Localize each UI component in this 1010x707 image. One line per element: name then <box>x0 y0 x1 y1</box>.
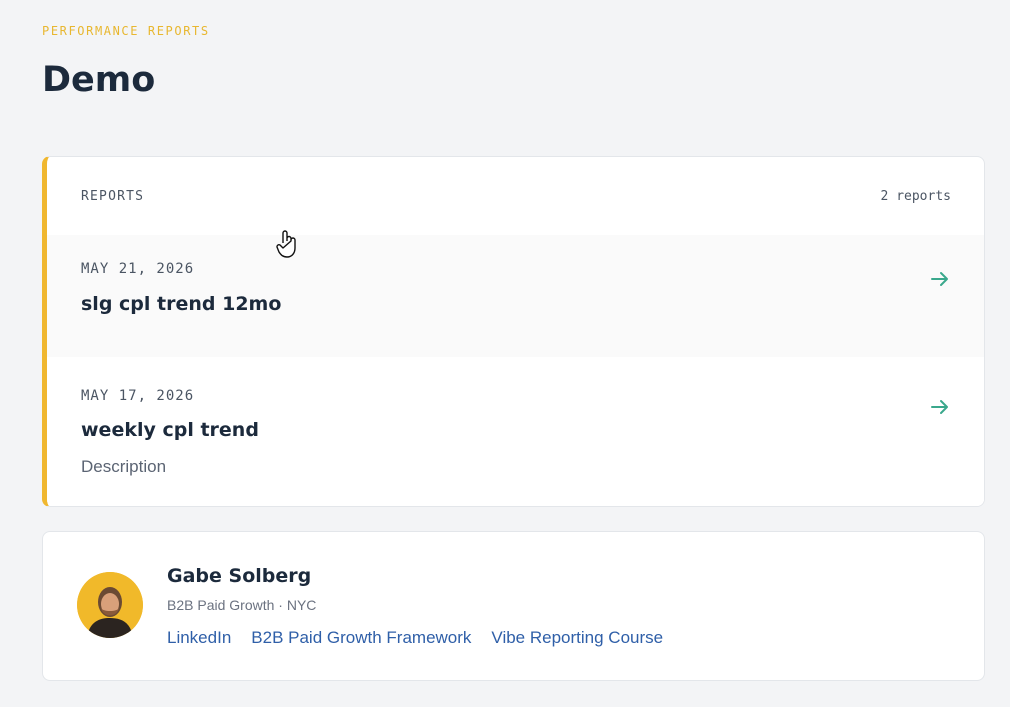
arrow-right-icon[interactable] <box>930 271 950 287</box>
reports-card-header: REPORTS 2 reports <box>47 157 984 235</box>
page-eyebrow: PERFORMANCE REPORTS <box>42 24 210 38</box>
report-row[interactable]: MAY 21, 2026 slg cpl trend 12mo <box>47 235 984 357</box>
link-b2b-paid-growth-framework[interactable]: B2B Paid Growth Framework <box>251 628 471 648</box>
reports-card: REPORTS 2 reports MAY 21, 2026 slg cpl t… <box>42 156 985 507</box>
link-vibe-reporting-course[interactable]: Vibe Reporting Course <box>491 628 663 648</box>
author-meta: B2B Paid Growth · NYC <box>167 597 317 613</box>
page-title: Demo <box>42 60 156 100</box>
page: PERFORMANCE REPORTS Demo REPORTS 2 repor… <box>0 0 1010 707</box>
author-links: LinkedIn B2B Paid Growth Framework Vibe … <box>167 628 663 648</box>
arrow-right-icon[interactable] <box>930 399 950 415</box>
reports-label: REPORTS <box>81 189 145 204</box>
report-description: Description <box>81 457 167 476</box>
report-date: MAY 21, 2026 <box>81 261 195 277</box>
report-date: MAY 17, 2026 <box>81 388 195 404</box>
avatar <box>77 572 143 638</box>
report-title: weekly cpl trend <box>81 419 259 441</box>
reports-count: 2 reports <box>880 189 951 204</box>
author-name: Gabe Solberg <box>167 565 312 587</box>
report-title: slg cpl trend 12mo <box>81 293 282 315</box>
link-linkedin[interactable]: LinkedIn <box>167 628 231 648</box>
author-card: Gabe Solberg B2B Paid Growth · NYC Linke… <box>42 531 985 681</box>
report-row[interactable]: MAY 17, 2026 weekly cpl trend Descriptio… <box>47 359 984 506</box>
